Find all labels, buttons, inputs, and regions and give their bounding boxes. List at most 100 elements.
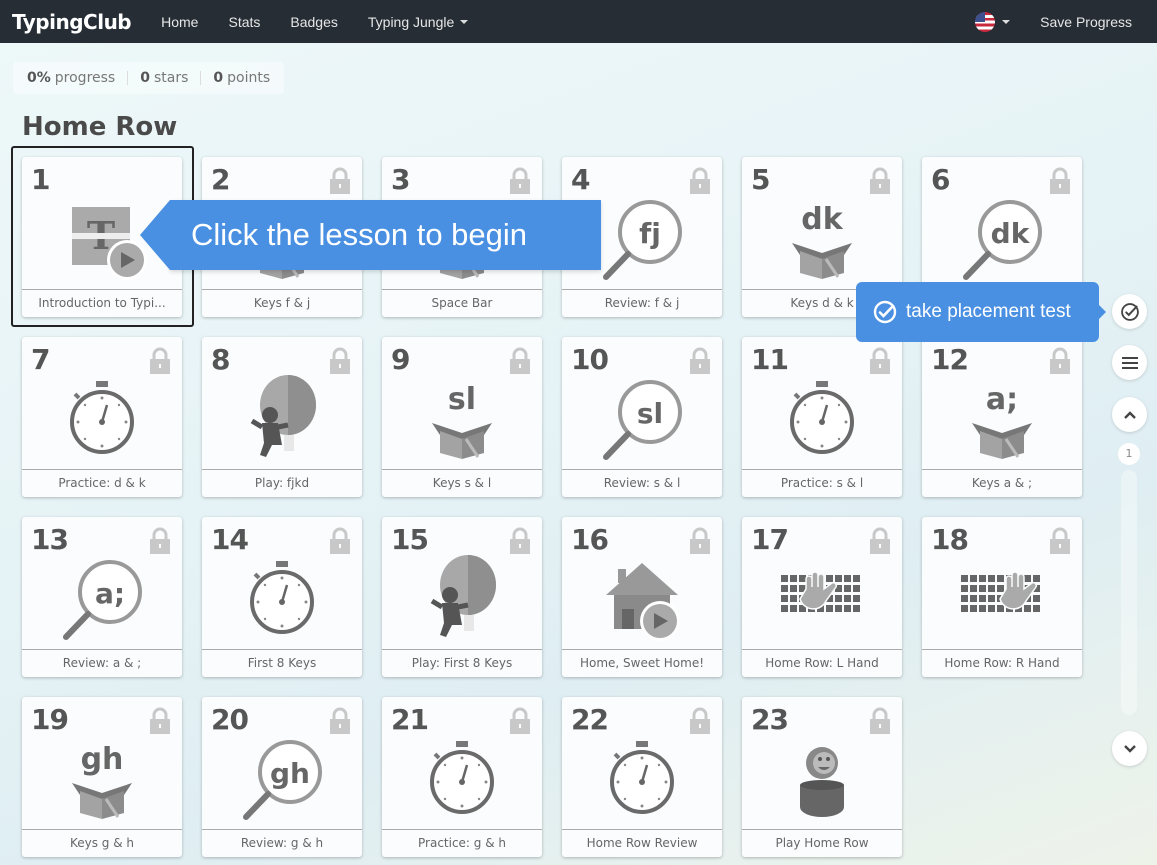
lock-icon: [329, 167, 351, 195]
lesson-label: Play Home Row: [742, 829, 902, 857]
lock-icon: [149, 707, 171, 735]
lesson-number: 2: [211, 163, 231, 196]
lesson-number: 7: [31, 343, 51, 376]
placement-test-side-button[interactable]: [1112, 294, 1147, 329]
lesson-number: 5: [751, 163, 771, 196]
lesson-card[interactable]: 19 gh Keys g & h: [22, 697, 182, 857]
nav-typing-jungle[interactable]: Typing Jungle: [367, 13, 469, 30]
box-icon: sl: [412, 367, 512, 467]
lesson-card[interactable]: 20 gh Review: g & h: [202, 697, 362, 857]
lock-icon: [869, 167, 891, 195]
lock-icon: [869, 707, 891, 735]
lesson-label: Review: s & l: [562, 469, 722, 497]
svg-text:sl: sl: [448, 382, 476, 417]
lesson-label: Introduction to Typi...: [22, 289, 182, 317]
lesson-number: 9: [391, 343, 411, 376]
placement-label: take placement test: [906, 301, 1071, 322]
brand-logo[interactable]: TypingClub: [12, 10, 132, 34]
check-circle-icon: [873, 300, 897, 324]
svg-text:dk: dk: [801, 202, 843, 237]
lesson-label: Practice: s & l: [742, 469, 902, 497]
lesson-label: Review: g & h: [202, 829, 362, 857]
page-indicator: 1: [1118, 443, 1140, 465]
progress-label: progress: [54, 70, 116, 86]
menu-button[interactable]: [1112, 345, 1147, 380]
svg-text:fj: fj: [639, 217, 661, 250]
lesson-card[interactable]: 16 Home, Sweet Home!: [562, 517, 722, 677]
lesson-card[interactable]: 14 First 8 Keys: [202, 517, 362, 677]
lesson-card[interactable]: 7 Practice: d & k: [22, 337, 182, 497]
lock-icon: [689, 527, 711, 555]
magnifier-icon: gh: [232, 727, 332, 827]
take-placement-test-button[interactable]: take placement test: [856, 282, 1106, 342]
lock-icon: [509, 527, 531, 555]
svg-text:dk: dk: [991, 217, 1031, 250]
stopwatch-icon: [772, 367, 872, 467]
box-icon: dk: [772, 187, 872, 287]
lock-icon: [329, 527, 351, 555]
page-scrollbar[interactable]: [1121, 470, 1137, 715]
lesson-card[interactable]: 13 a; Review: a & ;: [22, 517, 182, 677]
stats-bar: 0% progress 0 stars 0 points: [13, 62, 285, 94]
language-caret-down-icon[interactable]: [1002, 19, 1011, 24]
lesson-card[interactable]: 10 sl Review: s & l: [562, 337, 722, 497]
svg-text:a;: a;: [986, 382, 1018, 417]
lock-icon: [509, 707, 531, 735]
svg-text:sl: sl: [637, 397, 663, 430]
points-value: 0: [213, 70, 224, 86]
lesson-label: Home Row: L Hand: [742, 649, 902, 677]
points-label: points: [227, 70, 271, 86]
balloon-icon: [232, 367, 332, 467]
lock-icon: [149, 347, 171, 375]
menu-icon: [1121, 356, 1138, 369]
us-flag-icon[interactable]: [975, 11, 996, 32]
lesson-card[interactable]: 23 Play Home Row: [742, 697, 902, 857]
lesson-card[interactable]: 9 sl Keys s & l: [382, 337, 542, 497]
scroll-down-button[interactable]: [1112, 731, 1147, 766]
save-progress-button[interactable]: Save Progress: [1040, 14, 1132, 30]
svg-text:a;: a;: [95, 577, 125, 610]
lesson-card[interactable]: 22 Home Row Review: [562, 697, 722, 857]
character-pot-icon: [772, 727, 872, 827]
lesson-label: Play: fjkd: [202, 469, 362, 497]
magnifier-icon: sl: [592, 367, 692, 467]
top-navbar: TypingClub Home Stats Badges Typing Jung…: [0, 0, 1157, 43]
lesson-card[interactable]: 15 Play: First 8 Keys: [382, 517, 542, 677]
lesson-label: Space Bar: [382, 289, 542, 317]
chevron-up-icon: [1123, 410, 1136, 419]
lesson-label: Keys s & l: [382, 469, 542, 497]
lesson-card[interactable]: 11 Practice: s & l: [742, 337, 902, 497]
lesson-label: Practice: d & k: [22, 469, 182, 497]
lock-icon: [1049, 527, 1071, 555]
lock-icon: [509, 167, 531, 195]
lesson-number: 1: [31, 163, 51, 196]
lesson-card[interactable]: 17 Home Row: L Hand: [742, 517, 902, 677]
nav-home[interactable]: Home: [161, 14, 198, 30]
keyboard-right-icon: [952, 547, 1052, 647]
nav-badges[interactable]: Badges: [290, 14, 337, 30]
box-icon: a;: [952, 367, 1052, 467]
lesson-card[interactable]: 8 Play: fjkd: [202, 337, 362, 497]
lock-icon: [869, 347, 891, 375]
stopwatch-icon: [592, 727, 692, 827]
keyboard-left-icon: [772, 547, 872, 647]
lesson-label: Home Row: R Hand: [922, 649, 1082, 677]
chevron-down-icon: [1123, 744, 1136, 753]
lesson-number: 8: [211, 343, 231, 376]
nav-typing-jungle-label: Typing Jungle: [367, 13, 455, 30]
lesson-label: Review: f & j: [562, 289, 722, 317]
scroll-up-button[interactable]: [1112, 397, 1147, 432]
magnifier-icon: dk: [952, 187, 1052, 287]
lock-icon: [1049, 347, 1071, 375]
caret-down-icon: [460, 19, 469, 24]
lesson-number: 3: [391, 163, 411, 196]
lesson-label: Home, Sweet Home!: [562, 649, 722, 677]
lesson-card[interactable]: 18 Home Row: R Hand: [922, 517, 1082, 677]
lesson-card[interactable]: 12 a; Keys a & ;: [922, 337, 1082, 497]
lesson-label: Keys g & h: [22, 829, 182, 857]
section-title: Home Row: [22, 112, 178, 142]
lesson-card[interactable]: 21 Practice: g & h: [382, 697, 542, 857]
house-video-icon: [592, 547, 692, 647]
lock-icon: [149, 527, 171, 555]
nav-stats[interactable]: Stats: [228, 14, 260, 30]
